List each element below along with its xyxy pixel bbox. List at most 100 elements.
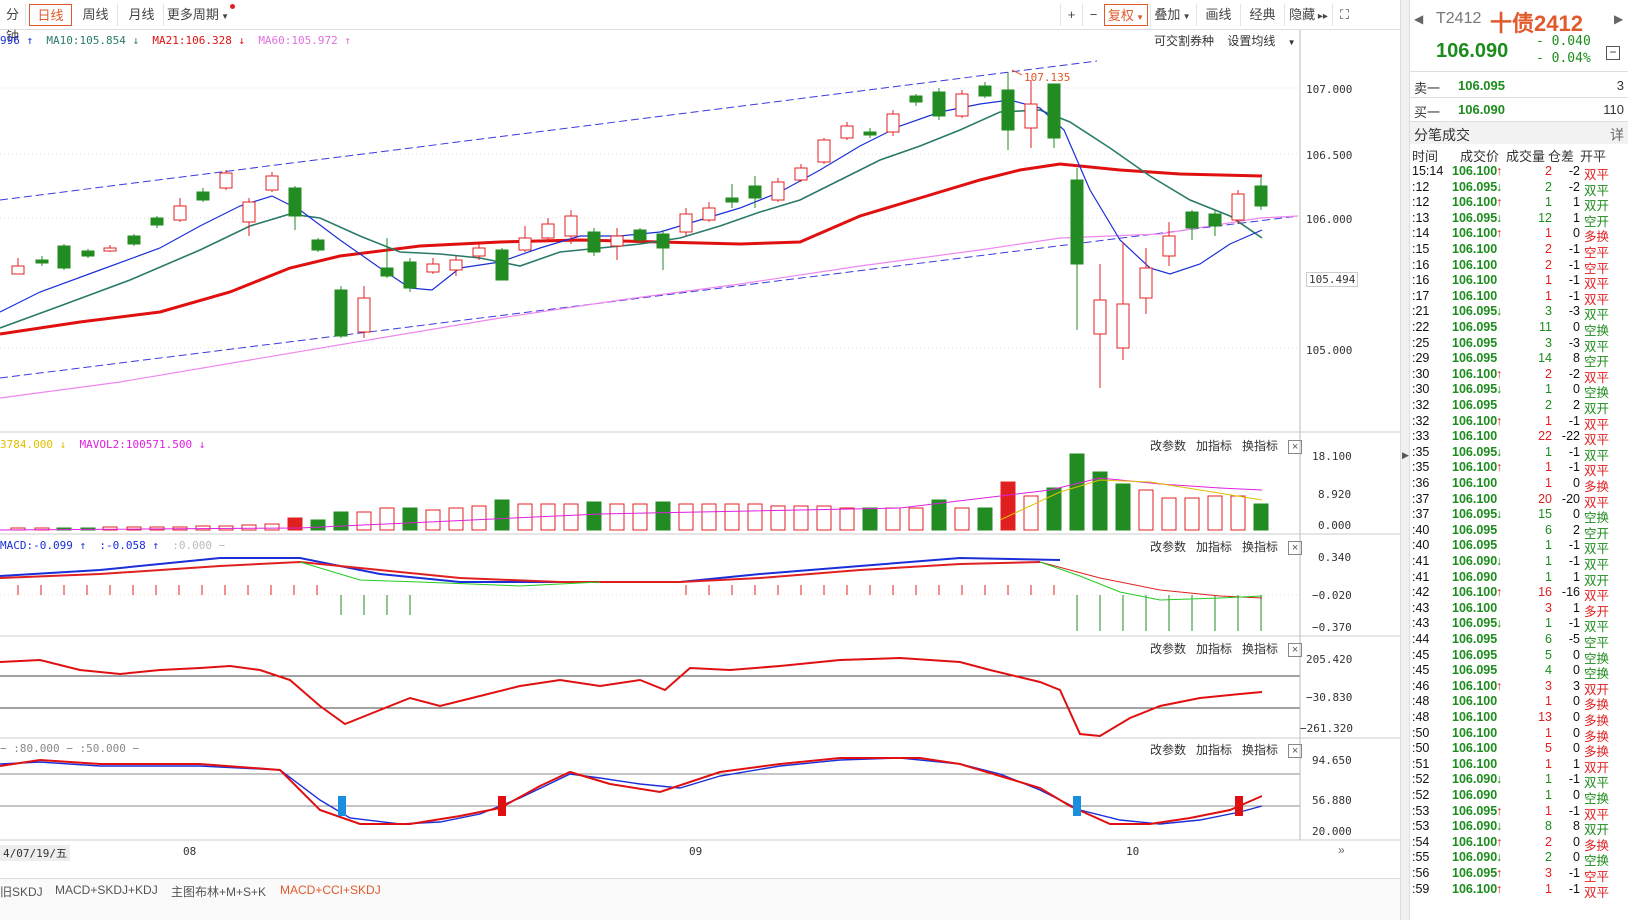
tick-oi-diff: -1 [1568,881,1580,896]
switch-indicator-button[interactable]: 换指标 [1242,642,1278,656]
tick-row: :32 106.095 2 2 双开 [1410,398,1628,416]
tick-price: 106.095 [1452,507,1498,522]
tick-volume: 1 [1545,694,1552,709]
scroll-right-icon[interactable]: » [1338,843,1345,857]
template-tab-active[interactable]: MACD+CCI+SKDJ [280,883,381,897]
tick-time: :41 [1412,554,1430,568]
volume-bar [747,503,763,531]
candle-body [1024,103,1038,129]
switch-indicator-button[interactable]: 换指标 [1242,540,1278,554]
tick-oi-diff: -2 [1568,164,1580,178]
edit-params-button[interactable]: 改参数 [1150,642,1186,656]
tick-oi-diff: -16 [1561,585,1580,600]
tick-volume: 1 [1545,788,1552,802]
ticks-detail-button[interactable]: 详 [1610,125,1624,145]
hide-button[interactable]: 隐藏 ▸▸ [1284,4,1332,26]
close-icon[interactable]: × [1288,440,1303,454]
zoom-in-button[interactable]: + [1060,4,1082,26]
fuquan-label: 复权 [1107,8,1134,23]
next-symbol-icon[interactable]: ▶ [1614,12,1623,26]
tick-price: 106.100 [1452,288,1498,303]
macd-panel-tools: 改参数 加指标 换指标 × [1150,538,1312,555]
close-icon[interactable]: × [1288,643,1303,657]
candle-body [1047,83,1061,139]
tick-volume: 16 [1538,585,1552,600]
volume-panel-tools: 改参数 加指标 换指标 × [1150,437,1312,454]
skdj-signal-bar [498,796,506,816]
tick-oi-diff: 0 [1573,741,1580,756]
zoom-out-button[interactable]: − [1082,4,1104,26]
tick-price: 106.095 [1452,444,1498,459]
tab-monthly[interactable]: 月线 [120,4,164,26]
tick-time: :52 [1412,788,1430,802]
edit-params-button[interactable]: 改参数 [1150,743,1186,757]
tab-more-periods[interactable]: 更多周期 ▼ [166,4,236,26]
quote-header: ◀ T2412 十债2412 ▶ 106.090 - 0.040 - 0.04%… [1410,0,1628,72]
add-indicator-button[interactable]: 加指标 [1196,743,1232,757]
switch-indicator-button[interactable]: 换指标 [1242,439,1278,453]
tick-volume: 4 [1545,663,1552,678]
candle-body [1070,179,1084,265]
tick-volume: 1 [1545,772,1552,787]
overlay-button[interactable]: 叠加 ▼ [1150,4,1194,26]
candle-body [932,91,946,117]
tick-price: 106.100 [1452,460,1498,475]
add-indicator-button[interactable]: 加指标 [1196,642,1232,656]
volume-bar [1023,495,1039,531]
tick-oi-diff: -5 [1568,632,1580,646]
edit-params-button[interactable]: 改参数 [1150,439,1186,453]
collapse-icon[interactable]: − [1606,46,1620,60]
candle-body [311,239,325,251]
tick-price: 106.100 [1452,242,1498,256]
template-tab[interactable]: 旧SKDJ [0,883,43,900]
volume-bar [1161,497,1177,531]
tick-time: :43 [1412,600,1430,615]
tick-time: :29 [1412,351,1430,366]
tick-volume: 1 [1545,756,1552,771]
tab-weekly[interactable]: 周线 [74,4,118,26]
macd-dea-tail [1039,561,1263,599]
close-icon[interactable]: × [1288,541,1303,555]
tick-price: 106.100 [1452,694,1498,709]
tick-arrow: ↑ [1496,881,1503,896]
add-indicator-button[interactable]: 加指标 [1196,540,1232,554]
template-tab[interactable]: 主图布林+M+S+K [171,883,266,900]
tab-daily[interactable]: 日线 [29,4,72,26]
tick-oi-diff: -3 [1568,304,1580,319]
edit-params-button[interactable]: 改参数 [1150,540,1186,554]
volume-bar [241,524,257,531]
tick-price: 106.095 [1452,398,1498,412]
fullscreen-button[interactable]: ⛶ [1332,4,1356,26]
tick-time: :37 [1412,507,1430,522]
template-tab[interactable]: MACD+SKDJ+KDJ [55,883,158,897]
tick-volume: 20 [1538,491,1552,506]
volume-bar [885,507,901,531]
macd-axis-label: −0.370 [1312,621,1352,634]
price-axis-label: 105.000 [1306,344,1353,357]
add-indicator-button[interactable]: 加指标 [1196,439,1232,453]
skdj-legend: − :80.000 − :50.000 − [0,742,140,755]
trading-terminal: 分钟 日线 周线 月线 更多周期 ▼ + − 复权 ▼ 叠加 ▼ 画线 经典 隐… [0,0,1628,920]
tick-volume: 6 [1545,522,1552,537]
candle-body [817,139,831,163]
classic-button[interactable]: 经典 [1240,4,1284,26]
tick-arrow: ↑ [1496,803,1503,818]
tick-time: :21 [1412,304,1430,319]
tick-oi-diff: -22 [1561,429,1580,444]
skdj-d-line [0,757,1263,825]
switch-indicator-button[interactable]: 换指标 [1242,743,1278,757]
collapse-arrow-icon[interactable]: ▶ [1402,450,1409,461]
fuquan-button[interactable]: 复权 ▼ [1104,4,1148,26]
vol-axis-label: 18.100 [1312,450,1352,463]
vol-axis-label: 0.000 [1318,519,1352,532]
close-icon[interactable]: × [1288,744,1303,758]
tab-minute[interactable]: 分钟 [0,4,26,44]
col-time: 时间 [1412,149,1439,164]
tick-arrow: ↓ [1496,444,1503,459]
panel-splitter[interactable]: ▶ [1400,0,1410,920]
tick-volume: 1 [1545,460,1552,475]
draw-line-button[interactable]: 画线 [1196,4,1240,26]
cci-line [0,656,1263,738]
prev-symbol-icon[interactable]: ◀ [1414,12,1423,26]
skdj-signal-bar [1073,796,1081,816]
